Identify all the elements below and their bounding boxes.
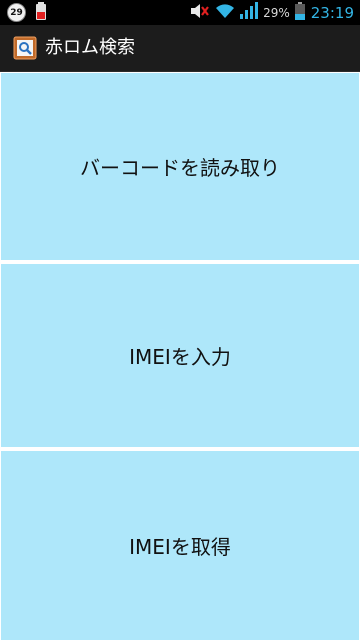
volume-muted-icon [190, 3, 210, 23]
notification-count: 29 [10, 7, 23, 18]
notification-badge-icon: 29 [7, 3, 26, 22]
signal-icon [240, 2, 259, 23]
enter-imei-label: IMEIを入力 [129, 345, 231, 369]
get-imei-label: IMEIを取得 [129, 535, 231, 559]
get-imei-button[interactable]: IMEIを取得 [1, 451, 359, 640]
action-bar: 赤ロム検索 [0, 25, 360, 72]
status-bar-left: 29 [7, 1, 47, 24]
enter-imei-button[interactable]: IMEIを入力 [1, 264, 359, 447]
battery-alert-icon [35, 1, 47, 24]
scan-barcode-label: バーコードを読み取り [80, 156, 280, 180]
app-search-icon[interactable] [13, 36, 37, 60]
wifi-icon [215, 3, 235, 23]
app-title: 赤ロム検索 [45, 37, 135, 58]
clock: 23:19 [310, 3, 354, 22]
battery-icon [294, 1, 305, 24]
status-bar: 29 29% 23:19 [0, 0, 360, 25]
battery-percent: 29% [263, 5, 290, 20]
status-bar-right: 29% 23:19 [185, 0, 354, 25]
scan-barcode-button[interactable]: バーコードを読み取り [1, 73, 359, 260]
